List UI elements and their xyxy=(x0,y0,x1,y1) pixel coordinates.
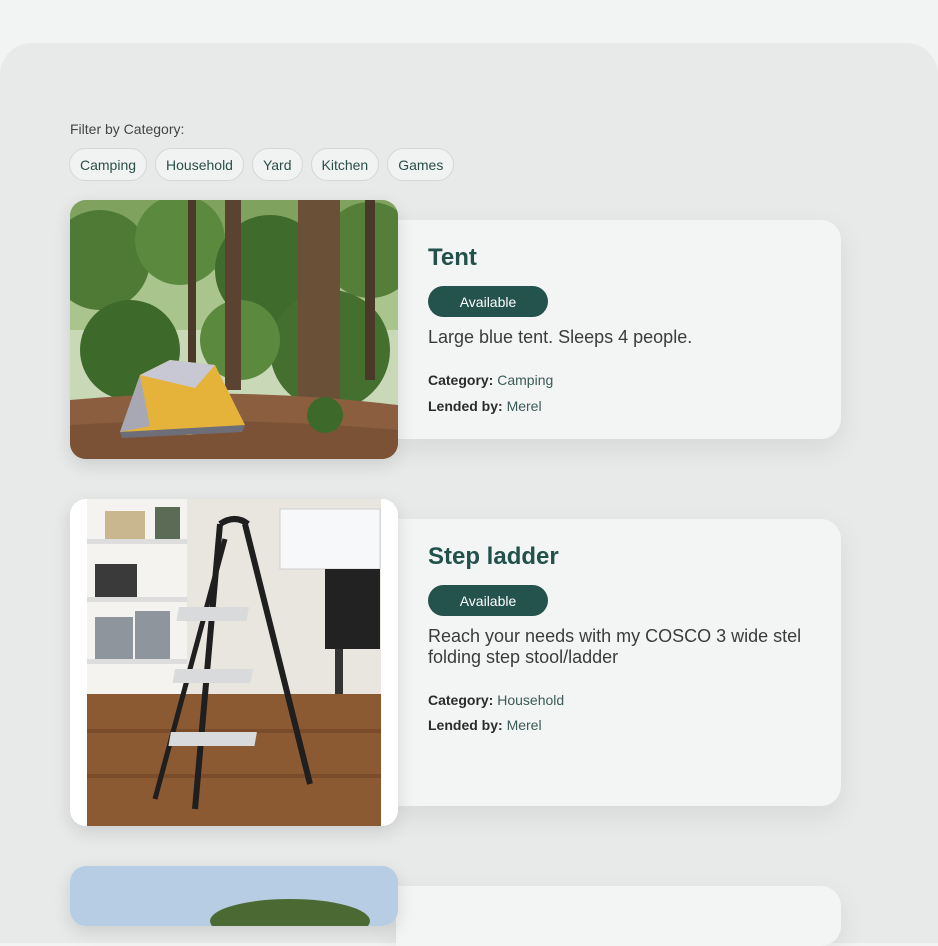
category-value: Household xyxy=(497,692,565,708)
item-card-body: Step ladder Available Reach your needs w… xyxy=(396,519,841,806)
filter-chip-games[interactable]: Games xyxy=(387,148,455,181)
item-title: Step ladder xyxy=(428,543,559,570)
item-card-partial[interactable] xyxy=(70,866,841,946)
step-ladder-photo xyxy=(70,499,398,826)
item-card-body xyxy=(396,886,841,946)
filter-chip-yard[interactable]: Yard xyxy=(251,148,303,181)
category-filter: Camping Household Yard Kitchen Games xyxy=(69,148,455,181)
filter-chip-household[interactable]: Household xyxy=(155,148,244,181)
filter-label: Filter by Category: xyxy=(70,121,185,137)
filter-chip-kitchen[interactable]: Kitchen xyxy=(310,148,380,181)
lender-label: Lended by: xyxy=(428,398,503,414)
lender-value: Merel xyxy=(506,398,542,414)
lender-value: Merel xyxy=(506,717,542,733)
item-category: Category: Camping xyxy=(428,372,553,388)
item-description: Reach your needs with my COSCO 3 wide st… xyxy=(428,626,802,667)
tent-photo xyxy=(70,200,398,459)
lender-label: Lended by: xyxy=(428,717,503,733)
item-card-tent[interactable]: Tent Available Large blue tent. Sleeps 4… xyxy=(70,200,841,460)
item-category: Category: Household xyxy=(428,692,564,708)
item-lender: Lended by: Merel xyxy=(428,717,542,733)
item-card-step-ladder[interactable]: Step ladder Available Reach your needs w… xyxy=(70,499,841,827)
item-photo xyxy=(70,866,398,926)
status-badge: Available xyxy=(428,286,548,317)
item-lender: Lended by: Merel xyxy=(428,398,542,414)
category-value: Camping xyxy=(497,372,554,388)
item-description: Large blue tent. Sleeps 4 people. xyxy=(428,327,693,347)
item-title: Tent xyxy=(428,244,477,271)
category-label: Category: xyxy=(428,692,494,708)
filter-chip-camping[interactable]: Camping xyxy=(69,148,148,181)
category-label: Category: xyxy=(428,372,494,388)
item-card-body: Tent Available Large blue tent. Sleeps 4… xyxy=(396,220,841,439)
status-badge: Available xyxy=(428,585,548,616)
